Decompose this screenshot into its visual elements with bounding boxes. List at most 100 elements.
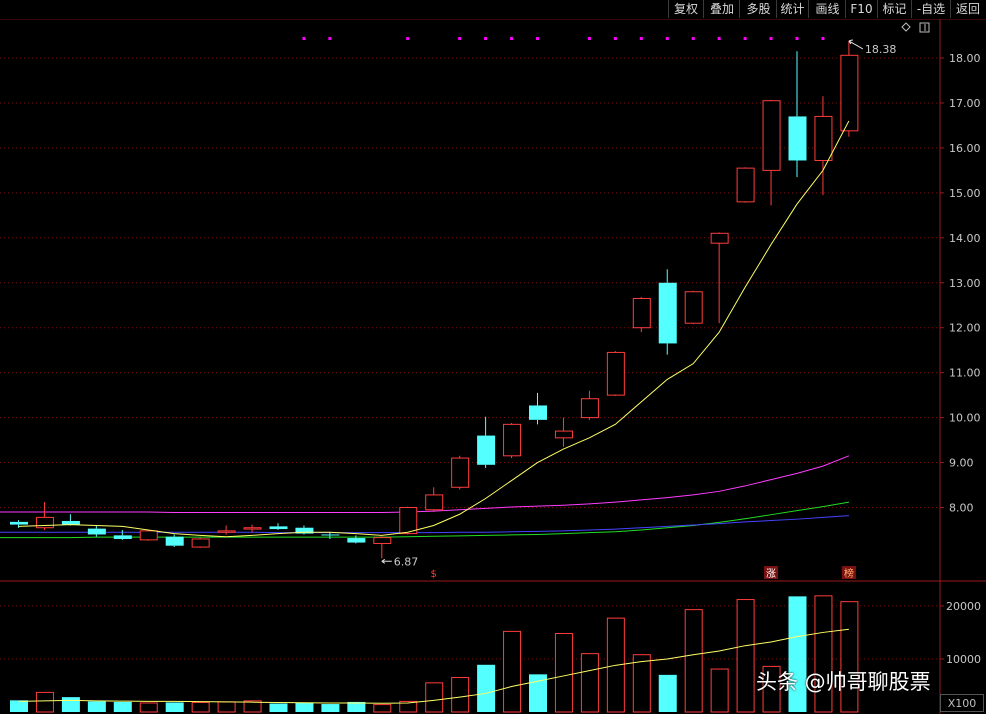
toolbar: 复权 叠加 多股 统计 画线 F10 标记 -自选 返回 [0,0,986,19]
candle [373,536,392,559]
candle-body-up [139,530,158,541]
candle [503,422,522,459]
toolbar-button-8[interactable]: 返回 [950,0,985,18]
candle [87,525,106,537]
volume-bar-down [87,701,106,712]
candle [451,455,470,490]
volume-bar-up [217,701,236,713]
candle-body-down [87,528,106,535]
candle-body-up [399,507,418,535]
volume-bar-up [632,654,651,713]
toolbar-button-1[interactable]: 叠加 [703,0,740,18]
ma-line-yellow [18,120,850,538]
price-tick-label: 14.00 [949,232,981,245]
candle [762,99,781,206]
toolbar-button-0[interactable]: 复权 [668,0,703,18]
candle [529,392,547,425]
toolbar-button-6[interactable]: 标记 [877,0,911,18]
marker-dot [691,37,695,40]
scale-multiplier-label[interactable]: X100 [940,694,984,712]
marker-dot [769,37,773,40]
ma-line-magenta [0,455,850,513]
marker-dot [795,37,799,40]
volume-bar-up [554,632,573,713]
volume-bar-up [580,653,599,713]
candle [321,532,340,539]
candle [632,297,651,333]
candle-body-up [840,54,859,132]
kline-chart[interactable]: 18.00 17.00 16.00 15.00 14.00 13.00 12.00 11.00… [0,0,986,714]
marker-dot [406,37,410,40]
toolbar-button-7[interactable]: -自选 [911,0,950,18]
marker-dot [510,37,514,40]
candle-body-up [373,537,392,544]
price-tick-label: 18.00 [949,52,981,65]
candle [684,290,703,325]
candle [139,529,158,541]
candle-body-up [606,351,625,396]
candle [554,417,573,447]
candle-body-up [554,430,573,439]
marker-dot [821,37,825,40]
marker-dot [665,37,669,40]
watermark-text: 头条 @帅哥聊股票 [756,670,931,694]
candle [295,525,314,535]
candle [269,523,288,530]
candle [165,534,184,548]
volume-bar-down [321,704,340,712]
candle-body-up [632,297,651,329]
price-tick-label: 16.00 [949,142,981,155]
candle [580,390,599,420]
volume-bar-up [425,682,444,713]
candle-body-up [451,457,470,488]
low-arrow [381,558,392,564]
toolbar-button-3[interactable]: 统计 [776,0,808,18]
candle-body-down [165,536,184,546]
volume-bar-up [139,702,158,713]
candle [606,351,625,397]
marker-dot [484,37,488,40]
marker-dot [328,37,332,40]
signal-mark: 榜 [844,567,854,580]
marker-dot [743,37,747,40]
candle [477,416,496,468]
candle-body-down [529,405,547,420]
marker-dot [613,37,617,40]
candle [710,232,729,324]
candle [61,514,80,526]
volume-bar-down [477,664,496,712]
toolbar-button-4[interactable]: 画线 [808,0,846,18]
volume-bar-down [295,702,314,712]
volume-bar-up [35,691,54,713]
candle-body-up [580,398,599,419]
candle [217,525,236,535]
candle [347,535,366,544]
candle [736,167,755,203]
volume-bar-up [736,599,755,713]
toolbar-button-5[interactable]: F10 [845,0,877,18]
candle-body-up [217,530,236,533]
signal-mark: $ [431,569,437,580]
marker-dot [302,37,306,40]
candle [243,524,262,533]
price-tick-label: 12.00 [949,322,981,335]
volume-bar-down [658,674,677,712]
candle [191,537,210,548]
candle-body-down [347,538,366,543]
candle-body-up [425,494,444,511]
candle [788,51,807,178]
price-tick-label: 11.00 [949,367,981,380]
candle-body-up [736,167,755,203]
candle-body-down [269,526,288,530]
ma-line-blue [0,515,849,534]
low-price-label: 6.87 [394,555,419,568]
candle-body-down [321,534,340,536]
candle [425,487,444,512]
price-tick-label: 10.00 [949,412,981,425]
toolbar-button-2[interactable]: 多股 [739,0,777,18]
candle [658,269,677,355]
price-tick-label: 13.00 [949,277,981,290]
candle [840,40,859,137]
diamond-icon [901,22,911,32]
candle-body-down [10,521,28,525]
